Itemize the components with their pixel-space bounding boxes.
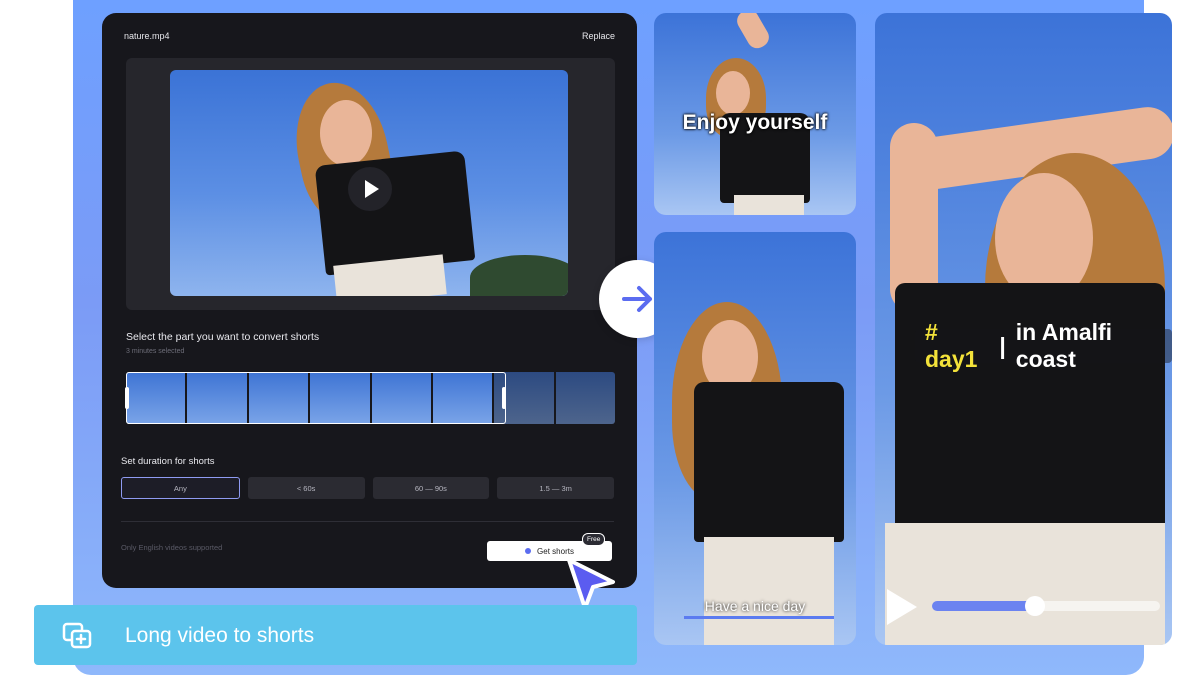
progress-knob[interactable]	[1024, 596, 1045, 616]
duration-option-1-5-3m[interactable]: 1.5 — 3m	[497, 477, 614, 499]
add-clips-icon	[62, 622, 92, 649]
replace-button[interactable]: Replace	[582, 31, 615, 41]
short-clip-3[interactable]: # day1 | in Amalfi coast	[875, 13, 1172, 645]
duration-option-60-90s[interactable]: 60 — 90s	[372, 477, 490, 499]
range-handle-right[interactable]	[502, 387, 506, 409]
video-preview-frame	[126, 58, 615, 310]
video-play-icon[interactable]	[887, 589, 917, 625]
duration-title: Set duration for shorts	[121, 456, 215, 467]
divider	[121, 521, 614, 522]
feature-bar: Long video to shorts	[34, 605, 637, 665]
caption-tag: # day1 | in Amalfi coast	[915, 319, 1172, 372]
playback-progress-bar[interactable]	[932, 596, 1160, 616]
duration-option-under-60s[interactable]: < 60s	[247, 477, 365, 499]
frame-thumbnail	[555, 372, 615, 424]
language-note: Only English videos supported	[121, 543, 223, 552]
select-part-title: Select the part you want to convert shor…	[126, 331, 320, 343]
caption-have-a-nice-day: Have a nice day	[704, 598, 806, 614]
timeline-filmstrip[interactable]	[125, 372, 615, 424]
tag-hashtag: # day1	[925, 319, 978, 372]
range-handle-left[interactable]	[125, 387, 129, 409]
free-badge: Free	[582, 533, 606, 546]
short-clip-2[interactable]: Have a nice day	[654, 232, 856, 645]
arrow-right-icon	[622, 286, 652, 312]
tag-separator: |	[999, 332, 1006, 359]
editor-panel: nature.mp4 Replace Select the part you w…	[102, 13, 637, 588]
short-clip-1[interactable]: Enjoy yourself	[654, 13, 856, 215]
sparkle-icon	[525, 548, 532, 554]
duration-options: Any < 60s 60 — 90s 1.5 — 3m	[121, 477, 614, 499]
caption-enjoy-yourself: Enjoy yourself	[682, 111, 828, 134]
caption-underline	[684, 616, 834, 619]
get-shorts-label: Get shorts	[537, 546, 574, 556]
selected-duration: 3 minutes selected	[126, 348, 185, 355]
feature-title: Long video to shorts	[125, 624, 315, 647]
file-name: nature.mp4	[124, 31, 170, 41]
selection-range[interactable]	[126, 372, 506, 424]
progress-fill	[932, 601, 1035, 611]
play-button[interactable]	[348, 167, 392, 211]
tag-location: in Amalfi coast	[1015, 319, 1113, 372]
duration-option-any[interactable]: Any	[121, 477, 240, 499]
